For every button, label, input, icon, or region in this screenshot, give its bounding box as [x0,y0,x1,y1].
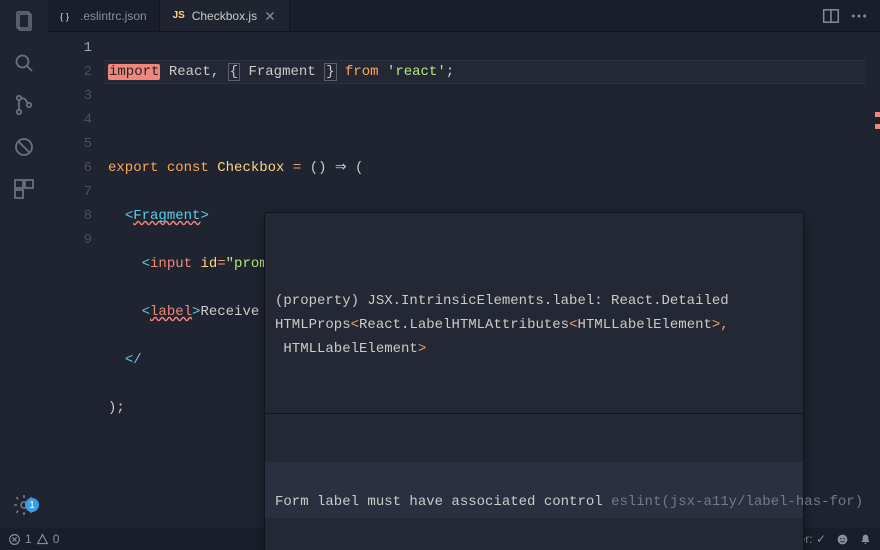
js-file-icon: JS [172,9,186,23]
json-file-icon: { } [60,9,74,23]
tab-label: .eslintrc.json [80,9,147,23]
debug-icon[interactable] [11,134,37,160]
split-editor-icon[interactable] [822,7,840,25]
close-icon[interactable] [263,9,277,23]
scroll-error-mark [875,124,880,129]
svg-text:{ }: { } [60,11,70,22]
tab-checkbox-js[interactable]: JS Checkbox.js [160,0,290,31]
scroll-error-mark [875,112,880,117]
source-control-icon[interactable] [11,92,37,118]
code-editor[interactable]: import React, { Fragment } from 'react';… [104,32,866,528]
explorer-icon[interactable] [11,8,37,34]
hover-widget: (property) JSX.IntrinsicElements.label: … [264,212,804,550]
settings-gear-icon[interactable]: 1 [11,492,37,518]
editor-tabs: { } .eslintrc.json JS Checkbox.js [48,0,880,32]
tab-label: Checkbox.js [192,9,257,23]
line-gutter: 1 2 3 4 5 6 7 8 9 [48,32,104,528]
code-line: import React, { Fragment } from 'react'; [104,60,866,84]
search-icon[interactable] [11,50,37,76]
activity-bar: 1 [0,0,48,528]
settings-badge: 1 [25,498,39,512]
more-actions-icon[interactable] [850,7,868,25]
scroll-overview[interactable] [866,32,880,528]
hover-type-signature: (property) JSX.IntrinsicElements.label: … [265,261,803,365]
extensions-icon[interactable] [11,176,37,202]
tab-eslintrc[interactable]: { } .eslintrc.json [48,0,160,31]
status-problems[interactable]: 1 0 [8,532,59,546]
hover-eslint-message: Form label must have associated control … [265,462,803,518]
code-line: export const Checkbox = () ⇒ ( [104,156,866,180]
code-line [104,108,866,132]
